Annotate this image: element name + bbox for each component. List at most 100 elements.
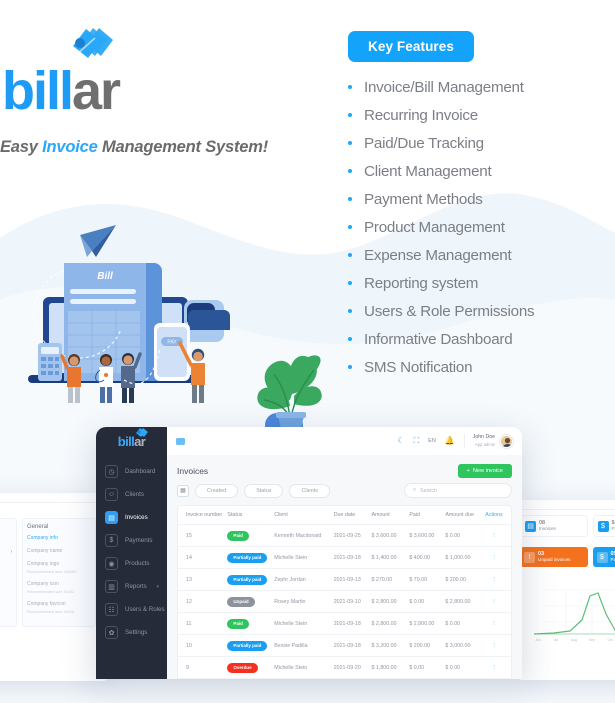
cell-paid: $ 0.00 xyxy=(409,598,425,605)
feature-item: Product Management xyxy=(348,213,615,241)
brand-logo: billar Easy Invoice Management System! xyxy=(0,26,310,156)
row-actions-button[interactable]: ⋮ xyxy=(485,621,503,627)
row-actions-button[interactable]: ⋮ xyxy=(485,555,503,561)
stat-tile[interactable]: $05Partially paid xyxy=(592,547,615,567)
table-row[interactable]: 10 Partially paid Bessie Padilla 2021-09-18… xyxy=(178,635,511,657)
table-row[interactable]: 9 Overdue Michelle Stein 2021-09-20 $ 1,800.… xyxy=(178,657,511,679)
settings-nav-item[interactable]: Tax xyxy=(0,597,12,607)
settings-nav-item[interactable]: Notification xyxy=(0,577,12,587)
user-menu[interactable]: John Doe App admin xyxy=(463,434,513,448)
sidebar-item-dashboard[interactable]: ◷ Dashboard xyxy=(96,460,167,483)
dark-mode-moon-icon[interactable]: ☾ xyxy=(397,437,404,445)
status-badge: Overdue xyxy=(227,662,258,673)
sidebar-item-payments[interactable]: $ Payments xyxy=(96,529,167,552)
avatar[interactable] xyxy=(500,434,513,448)
app-logo-primary: bill xyxy=(117,433,135,449)
topbar-actions: ☾ ⛶ EN 🔔 John Doe App admin xyxy=(397,434,513,448)
search-placeholder: Search xyxy=(420,487,438,494)
table-row[interactable]: 14 Partially paid Michelle Stein 2021-09-18… xyxy=(178,547,511,569)
settings-field: Company favicon Recommended size 16x16 xyxy=(27,601,91,615)
table-column-header: Status xyxy=(227,512,243,518)
logo-wordmark: billar xyxy=(2,61,121,121)
row-actions-button[interactable]: ⋮ xyxy=(485,599,503,605)
feature-label: Invoice/Bill Management xyxy=(364,78,524,96)
cell-amount: $ 270.00 xyxy=(371,576,393,583)
bullet-icon xyxy=(348,253,352,257)
stat-tile[interactable]: $$4870.00Payments xyxy=(592,515,615,537)
cell-status: Paid xyxy=(227,530,274,541)
feature-item: Reporting system xyxy=(348,269,615,297)
hamburger-menu-icon[interactable] xyxy=(176,437,185,445)
table-column-header: Invoice number xyxy=(186,512,223,518)
settings-nav-item[interactable]: Payment Methods xyxy=(0,567,12,577)
invoices-table: Invoice number Status Client Due date Amount… xyxy=(177,505,512,679)
sidebar-item-reports[interactable]: ▥ Reports ▾ xyxy=(96,575,167,598)
sidebar-item-users-roles[interactable]: ☷ Users & Roles xyxy=(96,598,167,621)
table-row[interactable]: 13 Partially paid Zephr Jordan 2021-09-13 $ … xyxy=(178,569,511,591)
chart-legend: Income xyxy=(515,572,615,582)
settings-panel-title: General xyxy=(27,524,49,530)
dashboard-device-mockup: billar ◷ Dashboard ☺ Clients ▤ Invoices $ Payme… xyxy=(96,427,522,679)
status-badge: Partially paid xyxy=(227,640,268,651)
filter-chip[interactable]: Status xyxy=(244,483,284,498)
stat-tile-label: Partially paid xyxy=(610,557,615,562)
settings-nav-item[interactable]: Update xyxy=(0,607,12,617)
stat-tile[interactable]: ▤ 08 Invoices xyxy=(520,515,588,537)
user-role: App admin xyxy=(474,442,495,447)
table-row[interactable]: 15 Paid Kenneth Macdonald 2021-09-25 $ 3,600… xyxy=(178,525,511,547)
cell-invoice-number: 13 xyxy=(186,576,192,583)
plus-icon: + xyxy=(466,468,470,474)
bullet-icon xyxy=(348,169,352,173)
income-line-chart: JunJulAugSepOctNovDec xyxy=(515,582,615,653)
bullet-icon xyxy=(348,197,352,201)
sidebar-item-label: Reports xyxy=(125,583,147,590)
chart-x-tick: Jul xyxy=(554,638,558,642)
doc-icon: ▤ xyxy=(525,520,536,532)
settings-field: Company logo Recommended size 180x60 xyxy=(27,561,91,575)
row-actions-button[interactable]: ⋮ xyxy=(485,665,503,671)
fullscreen-icon[interactable]: ⛶ xyxy=(414,437,420,445)
document-icon: ▤ xyxy=(105,511,118,524)
row-actions-button[interactable]: ⋮ xyxy=(485,577,503,583)
sidebar-item-settings[interactable]: ✿ Settings xyxy=(96,621,167,644)
search-input[interactable]: ⌕ Search xyxy=(404,483,512,498)
table-header-row: Invoice number Status Client Due date Amount… xyxy=(178,506,511,525)
feature-item: Paid/Due Tracking xyxy=(348,129,615,157)
logo-word-primary: bill xyxy=(2,61,74,121)
cell-status: Partially paid xyxy=(227,552,274,563)
cell-amount: $ 1,400.00 xyxy=(371,554,397,561)
sidebar-item-clients[interactable]: ☺ Clients xyxy=(96,483,167,506)
settings-card-title: Settings xyxy=(0,503,110,518)
table-row[interactable]: 12 Unpaid Rosey Martin 2021-09-10 $ 2,800.00… xyxy=(178,591,511,613)
stat-tile-text: 05Partially paid xyxy=(611,551,615,563)
row-actions-button[interactable]: ⋮ xyxy=(485,533,503,539)
box-icon: ◉ xyxy=(105,557,118,570)
columns-toggle-icon[interactable]: ▦ xyxy=(177,484,189,497)
stat-tile[interactable]: ! 03 Unpaid invoices xyxy=(520,547,588,567)
sidebar-item-invoices[interactable]: ▤ Invoices xyxy=(96,506,167,529)
bullet-icon xyxy=(348,113,352,117)
language-selector[interactable]: EN xyxy=(428,438,436,444)
sidebar-item-label: Invoices xyxy=(125,514,148,521)
bullet-icon xyxy=(348,337,352,341)
table-column-header: Client xyxy=(274,512,288,518)
new-invoice-button[interactable]: + New invoice xyxy=(457,464,512,478)
row-actions-button[interactable]: ⋮ xyxy=(485,643,503,649)
monstera-plant xyxy=(257,355,322,435)
sidebar-item-products[interactable]: ◉ Products xyxy=(96,552,167,575)
cell-amount-due: $ 2,800.00 xyxy=(445,598,471,605)
bullet-icon xyxy=(348,141,352,145)
settings-nav-item[interactable]: Email Setup xyxy=(0,557,12,567)
filter-chip[interactable]: Clients xyxy=(289,483,330,498)
bell-icon[interactable]: 🔔 xyxy=(445,437,455,445)
cell-due-date: 2021-09-18 xyxy=(333,642,361,649)
table-column-header: Actions xyxy=(485,512,503,518)
logo-word-secondary: ar xyxy=(72,61,121,121)
table-row[interactable]: 11 Paid Michelle Stein 2021-09-18 $ 2,800.00… xyxy=(178,613,511,635)
feature-item: Payment Methods xyxy=(348,185,615,213)
app-topbar: ☾ ⛶ EN 🔔 John Doe App admin xyxy=(167,427,522,455)
settings-nav-item[interactable]: General› xyxy=(0,547,12,557)
filter-chip[interactable]: Created xyxy=(195,483,239,498)
settings-nav-item[interactable]: Invoice xyxy=(0,587,12,597)
cell-amount-due: $ 0.00 xyxy=(445,664,461,671)
